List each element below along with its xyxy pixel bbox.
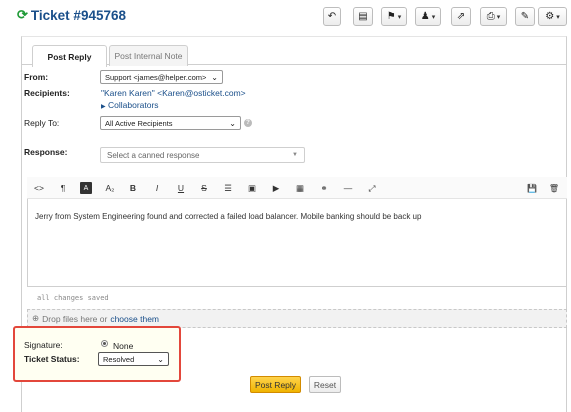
edit-icon: ✎ [520,11,530,22]
tab-post-reply[interactable]: Post Reply [32,45,107,67]
signature-none-radio[interactable] [101,340,108,347]
underline-icon[interactable]: U [175,182,187,194]
response-label: Response: [24,147,68,157]
collaborators-label: Collaborators [108,100,159,110]
page-title: Ticket #945768 [30,7,126,23]
recipient-name: "Karen Karen" [101,88,155,98]
list-icon[interactable]: ☰ [222,182,234,194]
reply-to-select[interactable]: All Active Recipients ⌄ [100,116,241,130]
user-button[interactable]: ♟ ▾ [415,7,441,26]
caret-down-icon: ▾ [397,13,402,21]
chevron-down-icon: ▼ [292,152,298,158]
reply-to-value: All Active Recipients [105,118,173,128]
ticket-status-select[interactable]: Resolved ⌄ [98,352,169,366]
drop-text: Drop files here or [42,313,108,324]
chevron-down-icon: ⌄ [211,72,218,82]
caret-down-icon: ▾ [556,13,560,21]
ticket-header: ⟳ Ticket #945768 [17,7,126,23]
undo-button[interactable]: ↶ [323,7,341,26]
ticket-status-label: Ticket Status: [24,354,80,364]
signature-label: Signature: [24,340,63,350]
user-icon: ♟ [420,11,430,22]
link-icon[interactable]: ⚭ [318,182,330,194]
autosave-status: all changes saved [37,294,109,302]
flag-icon: ⚑ [386,11,396,22]
paragraph-icon[interactable]: ¶ [57,182,69,194]
signature-none-label: None [113,341,134,351]
print-page-button[interactable]: ▤ [353,7,373,26]
help-icon[interactable]: ? [244,119,252,127]
edit-button[interactable]: ✎ [515,7,535,26]
printer-button[interactable]: ⎙ ▾ [480,7,507,26]
canned-response-select[interactable]: Select a canned response ▼ [100,147,305,163]
bold-icon[interactable]: B [127,182,139,194]
recipients-label: Recipients: [24,88,70,98]
delete-draft-icon[interactable]: 🗑 [548,182,560,194]
from-label: From: [24,72,49,82]
save-draft-icon[interactable]: 💾 [526,182,538,194]
from-value: Support <james@helper.com> [105,72,207,82]
post-reply-button[interactable]: Post Reply [250,376,301,393]
italic-icon[interactable]: I [151,182,163,194]
strikethrough-icon[interactable]: S [198,182,210,194]
table-icon[interactable]: ▦ [294,182,306,194]
fullscreen-icon[interactable]: ⤢ [366,182,378,194]
editor-content[interactable]: Jerry from System Engineering found and … [35,212,421,221]
recipient-email: <Karen@osticket.com> [157,88,246,98]
video-icon[interactable]: ▶ [270,182,282,194]
flag-button[interactable]: ⚑ ▾ [381,7,407,26]
recipient-entry[interactable]: "Karen Karen" <Karen@osticket.com> [101,88,246,98]
font-style-icon[interactable]: A [80,182,92,194]
caret-down-icon: ▾ [496,13,501,21]
caret-right-icon: ▶ [101,104,106,110]
caret-down-icon: ▾ [431,13,436,21]
choose-files-link[interactable]: choose them [110,314,159,324]
upload-icon: ⊕ [32,313,40,323]
ticket-status-value: Resolved [103,354,135,364]
font-size-icon[interactable]: A₂ [104,182,116,194]
reply-to-label: Reply To: [24,118,60,128]
printer-icon: ⎙ [486,11,495,22]
tab-post-internal-note[interactable]: Post Internal Note [109,45,188,66]
horizontal-rule-icon[interactable]: — [342,182,354,194]
chevron-down-icon: ⌄ [157,354,164,364]
from-select[interactable]: Support <james@helper.com> ⌄ [100,70,223,84]
collaborators-toggle[interactable]: ▶ Collaborators [101,100,159,110]
print-page-icon: ▤ [358,11,368,22]
canned-response-placeholder: Select a canned response [107,150,200,160]
gear-icon: ⚙ [545,11,555,22]
image-icon[interactable]: ▣ [246,182,258,194]
gear-button[interactable]: ⚙ ▾ [538,7,567,26]
share-icon: ⇗ [456,11,466,22]
code-icon[interactable]: <> [33,182,45,194]
chevron-down-icon: ⌄ [229,118,236,128]
share-button[interactable]: ⇗ [451,7,471,26]
undo-icon: ↶ [327,11,337,22]
refresh-icon[interactable]: ⟳ [17,7,28,23]
reset-button[interactable]: Reset [309,376,341,393]
